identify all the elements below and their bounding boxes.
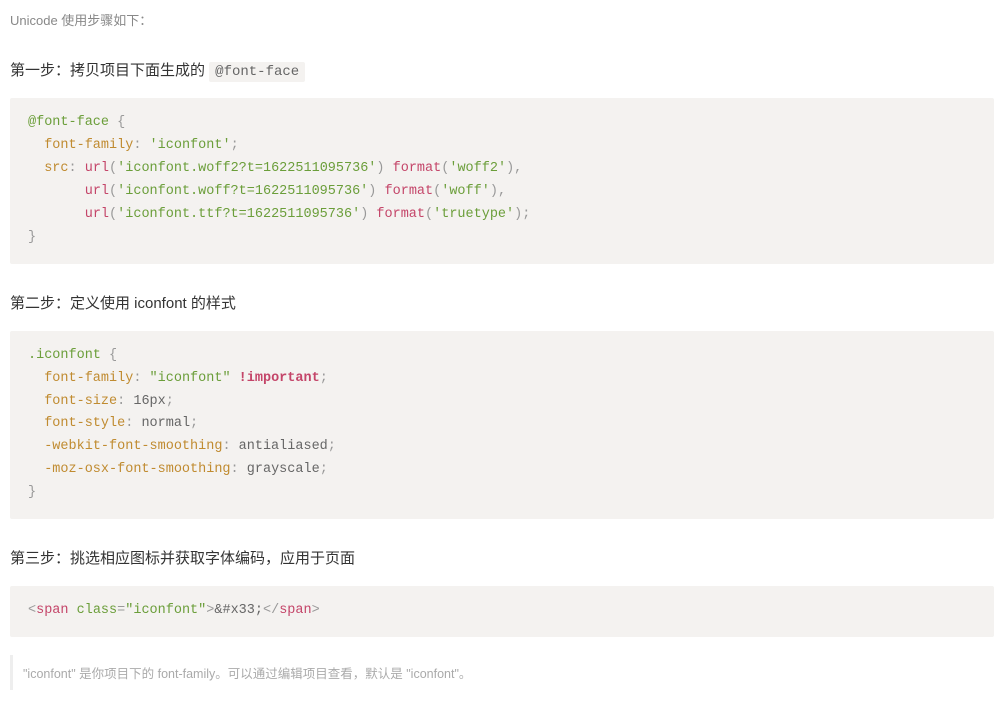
inline-code-fontface: @font-face	[209, 62, 305, 82]
step2-code-block: .iconfont { font-family: "iconfont" !imp…	[10, 331, 994, 520]
step1-heading: 第一步：拷贝项目下面生成的 @font-face	[10, 59, 994, 80]
step1-code-block: @font-face { font-family: 'iconfont'; sr…	[10, 98, 994, 264]
step2-heading: 第二步：定义使用 iconfont 的样式	[10, 292, 994, 313]
footnote: "iconfont" 是你项目下的 font-family。可以通过编辑项目查看…	[10, 655, 994, 690]
intro-text: Unicode 使用步骤如下：	[10, 10, 994, 29]
step1-prefix: 第一步：拷贝项目下面生成的	[10, 62, 209, 79]
step3-code-block: <span class="iconfont">&#x33;</span>	[10, 586, 994, 637]
step3-heading: 第三步：挑选相应图标并获取字体编码，应用于页面	[10, 547, 994, 568]
